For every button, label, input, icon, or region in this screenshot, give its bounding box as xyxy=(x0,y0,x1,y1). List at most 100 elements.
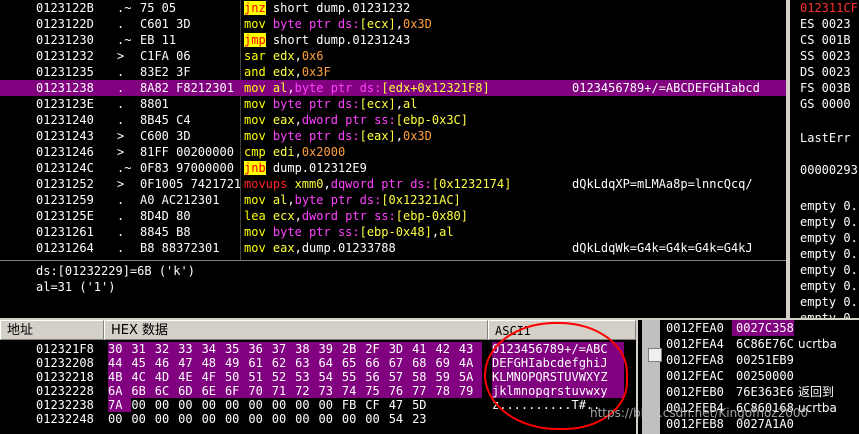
register-line[interactable]: SS 0023 xyxy=(800,48,851,64)
instruction-address: 01231243 xyxy=(36,129,94,143)
register-line[interactable]: empty 0. xyxy=(800,310,858,318)
disasm-row[interactable]: 0123125E. 8D4D 80 lea ecx,dword ptr ss:[eb… xyxy=(0,208,786,224)
register-line[interactable]: LastErr xyxy=(800,130,851,146)
dump-ascii[interactable]: DEFGHIabcdefghiJ xyxy=(492,356,624,370)
stack-comment: 返回到 xyxy=(798,385,835,399)
disasm-row[interactable]: 0123124C .~ 0F83 97000000 jnb dump.012312E9 xyxy=(0,160,786,176)
stack-address: 0012FEA8 xyxy=(666,353,724,367)
disasm-row[interactable]: 01231243 > C600 3D mov byte ptr ds:[eax],0x… xyxy=(0,128,786,144)
opcode-bytes: B8 88372301 xyxy=(140,241,220,255)
stack-value: 00250000 xyxy=(736,369,794,383)
stack-row[interactable]: 0012FEB0 76E363E6 返回到 xyxy=(638,384,859,400)
opcode-bytes: C601 3D xyxy=(140,17,191,31)
dump-hex-bytes[interactable]: 00 00 00 00 00 00 00 00 00 00 00 00 54 23 xyxy=(108,412,488,426)
flow-marker: .~ xyxy=(117,1,132,15)
info-pane: ds:[01232229]=6B ('k') al=31 ('1') xyxy=(0,260,786,318)
flow-marker: > xyxy=(117,177,125,191)
dump-ascii[interactable]: jklmnopqrstuvwxy xyxy=(492,384,624,398)
dump-address: 01232218 xyxy=(36,370,94,384)
opcode-bytes: A0 AC212301 xyxy=(140,193,220,207)
stack-value: 6C86E76C xyxy=(736,337,794,351)
instruction-address: 01231264 xyxy=(36,241,94,255)
flow-marker: .~ xyxy=(117,161,132,175)
dump-ascii[interactable]: 0123456789+/=ABC xyxy=(492,342,624,356)
stack-row[interactable]: 0012FEA4 6C86E76C ucrtba xyxy=(638,336,859,352)
stack-row[interactable]: 0012FEA8 00251EB9 xyxy=(638,352,859,368)
instruction-address: 0123125E xyxy=(36,209,94,223)
dump-hex-bytes[interactable]: 4B 4C 4D 4E 4F 50 51 52 53 54 55 56 57 58 59 5A xyxy=(108,370,488,384)
disasm-row-selected[interactable]: 01231238. 8A82 F8212301 mov al,byte ptr ds… xyxy=(0,80,786,96)
flow-marker: . xyxy=(117,241,125,255)
register-line[interactable]: empty 0. xyxy=(800,262,858,278)
registers-pane[interactable]: 012311CF ES 0023 CS 001B SS 0023 DS 0023 FS 0… xyxy=(788,0,859,318)
hex-dump-pane[interactable]: 地址 HEX 数据 ASCII 012321F8 30 31 32 33 34 35 36 37… xyxy=(0,320,636,434)
disasm-row[interactable]: 01231232 > C1FA 06 sar edx,0x6 xyxy=(0,48,786,64)
instruction-text: jmp short dump.01231243 xyxy=(244,33,411,47)
info-line-memory: ds:[01232229]=6B ('k') xyxy=(36,264,195,278)
dump-hex-bytes[interactable]: 44 45 46 47 48 49 61 62 63 64 65 66 67 68 69 4A xyxy=(108,356,488,370)
disasm-row[interactable]: 01231230 .~ EB 11 jmp short dump.01231243 xyxy=(0,32,786,48)
flow-marker: > xyxy=(117,129,125,143)
dump-ascii[interactable]: KLMNOPQRSTUVWXYZ xyxy=(492,370,624,384)
instruction-address: 01231230 xyxy=(36,33,94,47)
register-line[interactable]: FS 003B xyxy=(800,80,851,96)
register-line[interactable]: 012311CF xyxy=(800,0,858,16)
register-line[interactable]: ES 0023 xyxy=(800,16,851,32)
register-line[interactable]: empty 0. xyxy=(800,294,858,310)
instruction-text: and edx,0x3F xyxy=(244,65,331,79)
instruction-address: 01231238 xyxy=(36,81,94,95)
register-line[interactable]: GS 0000 xyxy=(800,96,851,112)
instruction-text: mov al,byte ptr ds:[0x12321AC] xyxy=(244,193,461,207)
dump-hex-bytes[interactable]: 6A 6B 6C 6D 6E 6F 70 71 72 73 74 75 76 77 78 79 xyxy=(108,384,488,398)
dump-address: 01232228 xyxy=(36,384,94,398)
disassembly-pane[interactable]: 0123122B .~ 75 05 jnz short dump.01231232 01… xyxy=(0,0,786,260)
instruction-text: sar edx,0x6 xyxy=(244,49,324,63)
flow-marker: . xyxy=(117,113,125,127)
flow-marker: . xyxy=(117,65,125,79)
flow-marker: . xyxy=(117,225,125,239)
dump-header: 地址 HEX 数据 ASCII xyxy=(0,320,636,340)
disasm-row[interactable]: 01231259. A0 AC212301 mov al,byte ptr ds:[… xyxy=(0,192,786,208)
instruction-text: lea ecx,dword ptr ss:[ebp-0x80] xyxy=(244,209,468,223)
instruction-text: jnz short dump.01231232 xyxy=(244,1,411,15)
instruction-text: jnb dump.012312E9 xyxy=(244,161,367,175)
register-line[interactable]: empty 0. xyxy=(800,278,858,294)
disasm-row[interactable]: 01231252 >0F1005 74217212 movups xmm0,dqwo… xyxy=(0,176,786,192)
dump-hex-bytes[interactable]: 30 31 32 33 34 35 36 37 38 39 2B 2F 3D 41 42 43 xyxy=(108,342,488,356)
register-line[interactable]: empty 0. xyxy=(800,198,858,214)
register-line[interactable]: empty 0. xyxy=(800,230,858,246)
opcode-bytes: 75 05 xyxy=(140,1,177,15)
flow-marker: . xyxy=(117,209,125,223)
disasm-row[interactable]: 0123122B .~ 75 05 jnz short dump.01231232 xyxy=(0,0,786,16)
instruction-address: 01231252 xyxy=(36,177,94,191)
flow-marker: . xyxy=(117,193,125,207)
register-line[interactable]: 00000293 xyxy=(800,162,858,178)
stack-row[interactable]: 0012FEAC 00250000 xyxy=(638,368,859,384)
flow-marker: .~ xyxy=(117,33,132,47)
register-line[interactable]: empty 0. xyxy=(800,214,858,230)
register-line[interactable]: DS 0023 xyxy=(800,64,851,80)
info-line-register: al=31 ('1') xyxy=(36,280,116,294)
register-line[interactable]: CS 001B xyxy=(800,32,851,48)
disasm-row[interactable]: 01231240. 8B45 C4 mov eax,dword ptr ss:[eb… xyxy=(0,112,786,128)
instruction-address: 0123122D xyxy=(36,17,94,31)
instruction-address: 0123124C xyxy=(36,161,94,175)
register-line[interactable]: empty 0. xyxy=(800,246,858,262)
header-address[interactable]: 地址 xyxy=(0,320,104,340)
instruction-text: mov byte ptr ds:[ecx],al xyxy=(244,97,418,111)
header-hex[interactable]: HEX 数据 xyxy=(104,320,488,340)
stack-row[interactable]: 0012FEA0 0027C358 xyxy=(638,320,859,336)
opcode-bytes: 83E2 3F xyxy=(140,65,191,79)
disasm-row[interactable]: 01231264. B8 88372301 mov eax,dump.0123378… xyxy=(0,240,786,256)
disasm-row[interactable]: 0123122D. C601 3D mov byte ptr ds:[ecx],0x… xyxy=(0,16,786,32)
disasm-row[interactable]: 01231261. 8845 B8 mov byte ptr ss:[ebp-0x4… xyxy=(0,224,786,240)
disasm-row[interactable]: 01231246 >81FF 00200000 cmp edi,0x2000 xyxy=(0,144,786,160)
instruction-text: mov eax,dump.01233788 xyxy=(244,241,396,255)
dump-hex-bytes[interactable]: 7A 00 00 00 00 00 00 00 00 00 FB CF 47 5D xyxy=(108,398,488,412)
header-ascii[interactable]: ASCII xyxy=(488,320,636,340)
stack-address: 0012FEA4 xyxy=(666,337,724,351)
disasm-row[interactable]: 01231235. 83E2 3F and edx,0x3F xyxy=(0,64,786,80)
comment: 0123456789+/=ABCDEFGHIabcd xyxy=(572,81,760,95)
flow-marker: > xyxy=(117,145,125,159)
disasm-row[interactable]: 0123123E. 8801 mov byte ptr ds:[ecx],al xyxy=(0,96,786,112)
